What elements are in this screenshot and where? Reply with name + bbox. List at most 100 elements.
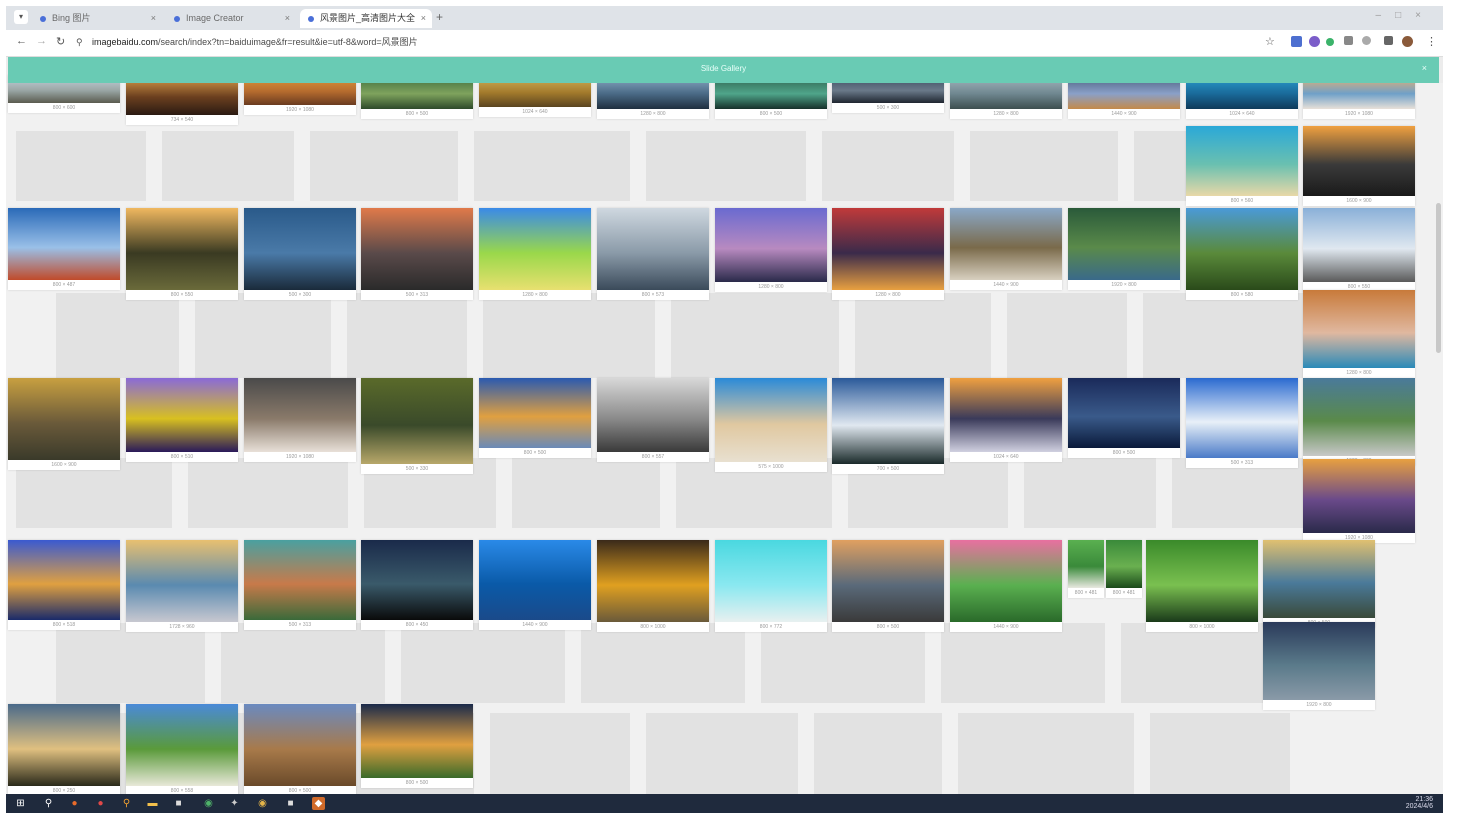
app-icon[interactable]: ● <box>94 797 107 810</box>
image-result-card[interactable]: 1600 × 900 <box>8 378 120 470</box>
image-result-card[interactable]: 800 × 550 <box>1303 208 1415 292</box>
star-icon[interactable]: ☆ <box>1265 35 1275 48</box>
landscape-photo-thumbnail[interactable] <box>950 208 1062 280</box>
image-result-card[interactable]: 1920 × 800 <box>1263 622 1375 710</box>
address-bar[interactable]: imagebaidu.com/search/index?tn=baiduimag… <box>92 35 418 48</box>
landscape-photo-thumbnail[interactable] <box>1146 540 1258 622</box>
landscape-photo-thumbnail[interactable] <box>1303 459 1415 533</box>
image-result-card[interactable]: 800 × 500 <box>1263 540 1375 628</box>
landscape-photo-thumbnail[interactable] <box>1263 540 1375 618</box>
close-tab-icon[interactable]: × <box>285 9 290 28</box>
app-icon[interactable]: ⚲ <box>120 797 133 810</box>
image-result-card[interactable]: 800 × 772 <box>715 540 827 632</box>
image-result-card[interactable]: 800 × 558 <box>126 704 238 794</box>
landscape-photo-thumbnail[interactable] <box>715 378 827 462</box>
landscape-photo-thumbnail[interactable] <box>8 704 120 786</box>
image-result-card[interactable]: 800 × 487 <box>8 208 120 290</box>
menu-kebab-icon[interactable]: ⋮ <box>1426 35 1437 48</box>
search-icon[interactable]: ⚲ <box>42 797 55 810</box>
tab-3-active[interactable]: 风景图片_高清图片大全 × <box>300 9 432 28</box>
image-result-card[interactable]: 800 × 560 <box>1186 126 1298 206</box>
close-tab-icon[interactable]: × <box>151 9 156 28</box>
extension-icon[interactable] <box>1344 36 1353 45</box>
landscape-photo-thumbnail[interactable] <box>832 378 944 464</box>
image-result-card[interactable]: 800 × 550 <box>126 208 238 300</box>
scrollbar-thumb[interactable] <box>1436 203 1441 353</box>
landscape-photo-thumbnail[interactable] <box>597 208 709 290</box>
image-result-card[interactable]: 500 × 313 <box>361 208 473 300</box>
avatar[interactable] <box>1402 36 1413 47</box>
image-result-card[interactable]: 800 × 500 <box>1068 378 1180 458</box>
new-tab-icon[interactable]: + <box>436 10 443 24</box>
image-result-card[interactable]: 1440 × 900 <box>479 540 591 630</box>
app-icon[interactable]: ■ <box>172 797 185 810</box>
image-result-card[interactable]: 800 × 500 <box>361 704 473 788</box>
landscape-photo-thumbnail[interactable] <box>126 704 238 786</box>
landscape-photo-thumbnail[interactable] <box>1106 540 1142 588</box>
image-result-card[interactable]: 500 × 313 <box>244 540 356 630</box>
chrome-icon[interactable]: ◉ <box>256 797 269 810</box>
landscape-photo-thumbnail[interactable] <box>1068 208 1180 280</box>
image-result-card[interactable]: 800 × 450 <box>361 540 473 630</box>
landscape-photo-thumbnail[interactable] <box>597 378 709 452</box>
landscape-photo-thumbnail[interactable] <box>950 378 1062 452</box>
forward-arrow-icon[interactable]: → <box>36 35 47 47</box>
image-result-card[interactable]: 1440 × 900 <box>950 540 1062 632</box>
landscape-photo-thumbnail[interactable] <box>8 208 120 280</box>
landscape-photo-thumbnail[interactable] <box>244 704 356 786</box>
landscape-photo-thumbnail[interactable] <box>126 540 238 622</box>
banner-close-icon[interactable]: × <box>1422 63 1427 73</box>
extension-icon[interactable] <box>1326 38 1334 46</box>
landscape-photo-thumbnail[interactable] <box>1303 126 1415 196</box>
landscape-photo-thumbnail[interactable] <box>361 704 473 778</box>
image-result-card[interactable]: 500 × 313 <box>1186 378 1298 468</box>
app-icon[interactable]: ■ <box>284 797 297 810</box>
image-result-card[interactable]: 800 × 1000 <box>597 540 709 632</box>
landscape-photo-thumbnail[interactable] <box>832 540 944 622</box>
image-result-card[interactable]: 500 × 300 <box>244 208 356 300</box>
image-result-card[interactable]: 1728 × 960 <box>126 540 238 632</box>
image-result-card[interactable]: 800 × 500 <box>832 540 944 632</box>
landscape-photo-thumbnail[interactable] <box>8 540 120 620</box>
extensions-puzzle-icon[interactable] <box>1362 36 1371 45</box>
app-icon[interactable]: ● <box>68 797 81 810</box>
extension-icon[interactable] <box>1309 36 1320 47</box>
image-result-card[interactable]: 800 × 1000 <box>1146 540 1258 632</box>
back-arrow-icon[interactable]: ← <box>16 35 27 47</box>
image-result-card[interactable]: 575 × 1000 <box>715 378 827 472</box>
landscape-photo-thumbnail[interactable] <box>479 378 591 448</box>
landscape-photo-thumbnail[interactable] <box>244 208 356 290</box>
window-controls[interactable]: –□× <box>1376 10 1435 21</box>
landscape-photo-thumbnail[interactable] <box>361 208 473 290</box>
landscape-photo-thumbnail[interactable] <box>1068 378 1180 448</box>
landscape-photo-thumbnail[interactable] <box>832 208 944 290</box>
landscape-photo-thumbnail[interactable] <box>479 540 591 620</box>
landscape-photo-thumbnail[interactable] <box>244 540 356 620</box>
image-result-card[interactable]: 800 × 580 <box>1186 208 1298 300</box>
landscape-photo-thumbnail[interactable] <box>597 540 709 622</box>
landscape-photo-thumbnail[interactable] <box>1186 126 1298 196</box>
image-result-card[interactable]: 1600 × 900 <box>1303 126 1415 206</box>
tab-1[interactable]: Bing 图片 × <box>32 9 162 28</box>
image-result-card[interactable]: 1440 × 900 <box>950 208 1062 290</box>
windows-start-icon[interactable]: ⊞ <box>14 797 27 810</box>
image-result-card[interactable]: 500 × 330 <box>361 378 473 474</box>
landscape-photo-thumbnail[interactable] <box>244 378 356 452</box>
app-icon[interactable]: ◉ <box>202 797 215 810</box>
landscape-photo-thumbnail[interactable] <box>1303 208 1415 282</box>
image-result-card[interactable]: 800 × 557 <box>597 378 709 462</box>
image-result-card[interactable]: 800 × 573 <box>597 208 709 300</box>
landscape-photo-thumbnail[interactable] <box>479 208 591 290</box>
landscape-photo-thumbnail[interactable] <box>715 208 827 282</box>
landscape-photo-thumbnail[interactable] <box>361 378 473 464</box>
reload-icon[interactable]: ↻ <box>56 35 65 48</box>
site-info-icon[interactable]: ⚲ <box>76 37 83 48</box>
landscape-photo-thumbnail[interactable] <box>1186 378 1298 458</box>
landscape-photo-thumbnail[interactable] <box>715 540 827 622</box>
image-result-card[interactable]: 800 × 481 <box>1106 540 1142 598</box>
image-result-card[interactable]: 1920 × 800 <box>1303 378 1415 466</box>
close-tab-icon[interactable]: × <box>421 9 426 28</box>
landscape-photo-thumbnail[interactable] <box>1186 208 1298 290</box>
image-result-card[interactable]: 700 × 500 <box>832 378 944 474</box>
image-result-card[interactable]: 1280 × 800 <box>479 208 591 300</box>
